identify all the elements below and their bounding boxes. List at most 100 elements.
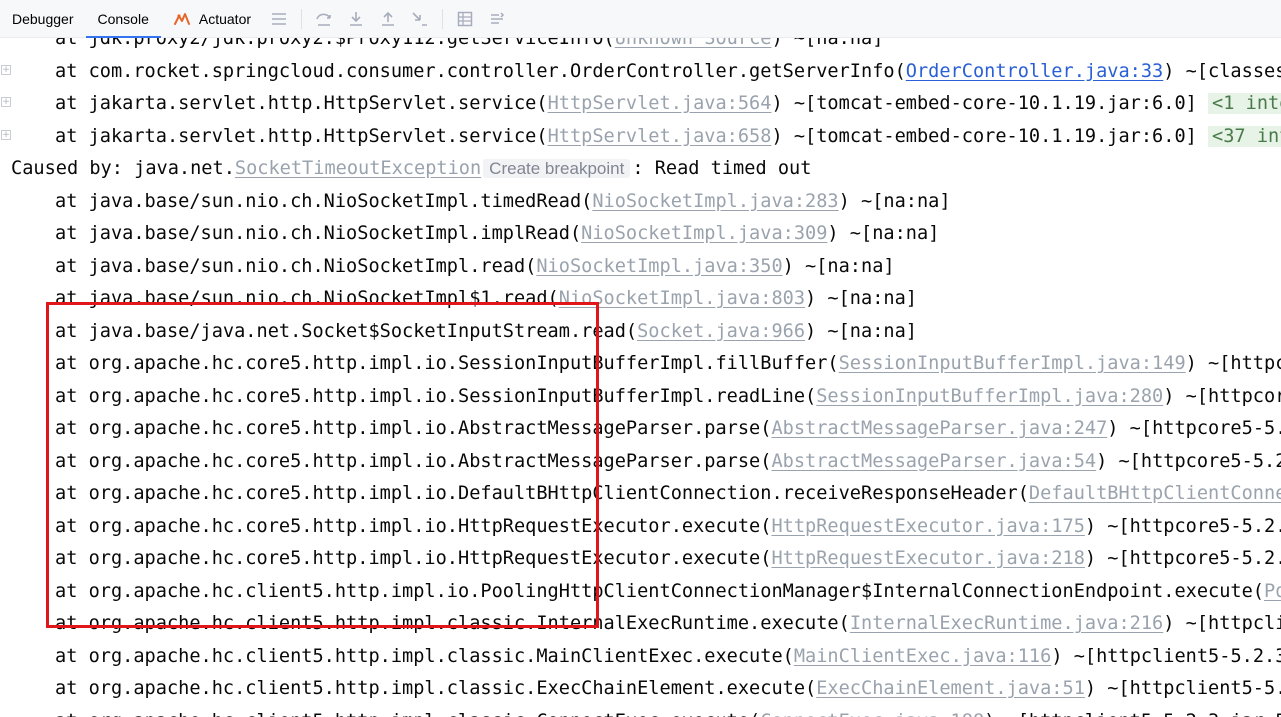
- frame-method: at org.apache.hc.core5.http.impl.io.Sess…: [55, 385, 817, 407]
- frame-method: at org.apache.hc.client5.http.impl.class…: [55, 711, 760, 717]
- stack-frame-line: at org.apache.hc.client5.http.impl.class…: [0, 673, 1281, 705]
- stack-frame-line: at org.apache.hc.client5.http.impl.class…: [0, 706, 1281, 717]
- expand-icon[interactable]: +: [1, 129, 11, 140]
- source-link[interactable]: ConnectExec.java:188: [760, 711, 984, 717]
- frame-method: at org.apache.hc.client5.http.impl.io.Po…: [55, 580, 1264, 602]
- frame-location: ) ~[httpclient5-5.2.3.jar:5.2.3]: [984, 711, 1281, 717]
- stack-frame-line: + at jakarta.servlet.http.HttpServlet.ser…: [0, 121, 1281, 153]
- source-link[interactable]: NioSocketImpl.java:309: [581, 223, 827, 244]
- frame-location: ) ~[na:na]: [805, 288, 917, 309]
- folded-lines-badge[interactable]: <37 internal lines>: [1208, 125, 1281, 147]
- tab-debugger-label: Debugger: [12, 10, 74, 27]
- line-text: Caused by: java.net.SocketTimeoutExcepti…: [11, 153, 811, 185]
- source-link[interactable]: HttpRequestExecutor.java:175: [771, 516, 1084, 537]
- stack-frame-line: at java.base/sun.nio.ch.NioSocketImpl.ti…: [0, 186, 1281, 218]
- line-text: at org.apache.hc.core5.http.impl.io.Abst…: [55, 446, 1281, 478]
- toolbar-divider: [301, 8, 303, 29]
- source-link[interactable]: DefaultBHttpClientConnection.java:299: [1029, 483, 1281, 504]
- source-link[interactable]: SessionInputBufferImpl.java:280: [816, 386, 1163, 407]
- frame-method: at org.apache.hc.client5.http.impl.class…: [55, 678, 817, 699]
- line-text: at java.base/sun.nio.ch.NioSocketImpl.im…: [55, 218, 939, 250]
- step-out-icon[interactable]: [375, 6, 401, 32]
- tab-actuator[interactable]: Actuator: [161, 0, 263, 38]
- frame-method: at java.base/sun.nio.ch.NioSocketImpl.im…: [55, 223, 582, 244]
- source-link[interactable]: ExecChainElement.java:51: [816, 678, 1085, 699]
- source-link[interactable]: AbstractMessageParser.java:54: [771, 451, 1096, 472]
- source-link[interactable]: PoolingHttpClientConnectionManager.java:…: [1264, 581, 1281, 602]
- frame-location: : Read timed out: [632, 158, 812, 179]
- frame-method: at java.base/sun.nio.ch.NioSocketImpl.re…: [55, 255, 537, 277]
- frame-location: ) ~[na:na]: [827, 223, 940, 244]
- source-link[interactable]: OrderController.java:33: [906, 61, 1163, 82]
- line-text: at com.rocket.springcloud.consumer.contr…: [55, 56, 1281, 88]
- console-output: at jdk.proxy2/jdk.proxy2.$Proxy112.getSe…: [0, 38, 1281, 717]
- line-text: at org.apache.hc.core5.http.impl.io.Http…: [55, 511, 1281, 543]
- line-text: at org.apache.hc.client5.http.impl.class…: [55, 706, 1281, 717]
- tab-console[interactable]: Console: [86, 0, 161, 38]
- folded-lines-badge[interactable]: <1 internal line>: [1208, 93, 1281, 114]
- expand-icon[interactable]: +: [1, 97, 11, 107]
- source-link[interactable]: InternalExecRuntime.java:216: [850, 613, 1163, 634]
- line-text: at org.apache.hc.client5.http.impl.class…: [55, 641, 1281, 673]
- frame-method: at org.apache.hc.core5.http.impl.io.Abst…: [55, 450, 772, 472]
- stack-frame-line: at org.apache.hc.core5.http.impl.io.Abst…: [0, 446, 1281, 478]
- frame-method: at java.base/sun.nio.ch.NioSocketImpl$1.…: [55, 288, 559, 309]
- source-link[interactable]: Socket.java:966: [637, 321, 805, 342]
- tab-console-label: Console: [97, 10, 149, 27]
- frame-method: at java.base/sun.nio.ch.NioSocketImpl.ti…: [55, 190, 593, 212]
- run-to-cursor-icon[interactable]: [407, 6, 433, 32]
- debug-toolbar: Debugger Console Actuator: [0, 0, 1281, 38]
- line-text: at java.base/sun.nio.ch.NioSocketImpl.re…: [55, 251, 895, 283]
- frame-location: ) ~[classes/:na]: [1163, 60, 1281, 82]
- frame-location: ) ~[tomcat-embed-core-10.1.19.jar:6.0]: [771, 93, 1197, 114]
- frame-location: ) ~[na:na]: [771, 38, 884, 49]
- stack-frame-line: at org.apache.hc.core5.http.impl.io.Abst…: [0, 413, 1281, 445]
- stack-frame-line: at jdk.proxy2/jdk.proxy2.$Proxy112.getSe…: [0, 38, 1281, 55]
- frame-location: ) ~[httpcore5-5.2.4.jar:5.2.4]: [1084, 515, 1281, 537]
- trace-stream-icon[interactable]: [484, 6, 510, 32]
- frame-method: at com.rocket.springcloud.consumer.contr…: [55, 60, 906, 82]
- source-link[interactable]: NioSocketImpl.java:803: [559, 288, 805, 309]
- frame-location: ) ~[httpcore5-5.2.4.jar:5.2.4]: [1185, 353, 1281, 374]
- stack-frame-line: at org.apache.hc.client5.http.impl.class…: [0, 641, 1281, 673]
- evaluate-expression-icon[interactable]: [452, 6, 478, 32]
- source-link[interactable]: NioSocketImpl.java:350: [536, 256, 782, 277]
- stack-frame-line: at java.base/sun.nio.ch.NioSocketImpl$1.…: [0, 283, 1281, 315]
- stack-frame-line: at org.apache.hc.client5.http.impl.io.Po…: [0, 576, 1281, 608]
- frame-location: ) ~[na:na]: [838, 190, 951, 212]
- frame-method: at jdk.proxy2/jdk.proxy2.$Proxy112.getSe…: [55, 38, 615, 49]
- line-text: at org.apache.hc.core5.http.impl.io.Defa…: [55, 478, 1281, 510]
- step-over-icon[interactable]: [311, 6, 337, 32]
- frame-method: at java.base/java.net.Socket$SocketInput…: [55, 320, 638, 342]
- line-text: at jakarta.servlet.http.HttpServlet.serv…: [55, 121, 1281, 153]
- frame-method: at org.apache.hc.core5.http.impl.io.Defa…: [55, 483, 1029, 504]
- source-link[interactable]: AbstractMessageParser.java:247: [771, 418, 1107, 439]
- expand-icon[interactable]: +: [1, 64, 11, 75]
- line-text: at org.apache.hc.core5.http.impl.io.Abst…: [55, 413, 1281, 445]
- line-text: at jakarta.servlet.http.HttpServlet.serv…: [55, 88, 1281, 120]
- stack-frame-line: at java.base/sun.nio.ch.NioSocketImpl.re…: [0, 251, 1281, 283]
- menu-icon[interactable]: [266, 6, 292, 32]
- caused-by-line: Caused by: java.net.SocketTimeoutExcepti…: [0, 153, 1281, 185]
- frame-method: at org.apache.hc.client5.http.impl.class…: [55, 645, 794, 667]
- create-breakpoint-hint[interactable]: Create breakpoint: [483, 159, 631, 178]
- source-link[interactable]: SessionInputBufferImpl.java:149: [839, 353, 1186, 374]
- frame-location: ) ~[httpclient5-5.2.3.jar:5.2.3]: [1163, 613, 1281, 634]
- source-link[interactable]: NioSocketImpl.java:283: [592, 191, 838, 212]
- frame-method: at jakarta.servlet.http.HttpServlet.serv…: [55, 93, 548, 114]
- frame-location: ) ~[httpcore5-5.2.4.jar:5.2.4]: [1084, 548, 1281, 569]
- source-link[interactable]: SocketTimeoutException: [235, 158, 481, 179]
- line-text: at org.apache.hc.client5.http.impl.class…: [55, 608, 1281, 640]
- stack-frame-line: at org.apache.hc.core5.http.impl.io.Sess…: [0, 381, 1281, 413]
- frame-method: at org.apache.hc.client5.http.impl.class…: [55, 613, 850, 634]
- source-link[interactable]: HttpServlet.java:564: [548, 93, 772, 114]
- stack-frame-line: + at jakarta.servlet.http.HttpServlet.ser…: [0, 88, 1281, 120]
- tab-debugger[interactable]: Debugger: [0, 0, 86, 38]
- frame-location: ) ~[tomcat-embed-core-10.1.19.jar:6.0]: [771, 125, 1197, 147]
- source-link[interactable]: HttpRequestExecutor.java:218: [771, 548, 1084, 569]
- step-into-icon[interactable]: [343, 6, 369, 32]
- source-link[interactable]: MainClientExec.java:116: [794, 646, 1051, 667]
- source-link[interactable]: Unknown Source: [615, 38, 772, 49]
- line-text: at java.base/java.net.Socket$SocketInput…: [55, 316, 917, 348]
- source-link[interactable]: HttpServlet.java:658: [548, 126, 772, 147]
